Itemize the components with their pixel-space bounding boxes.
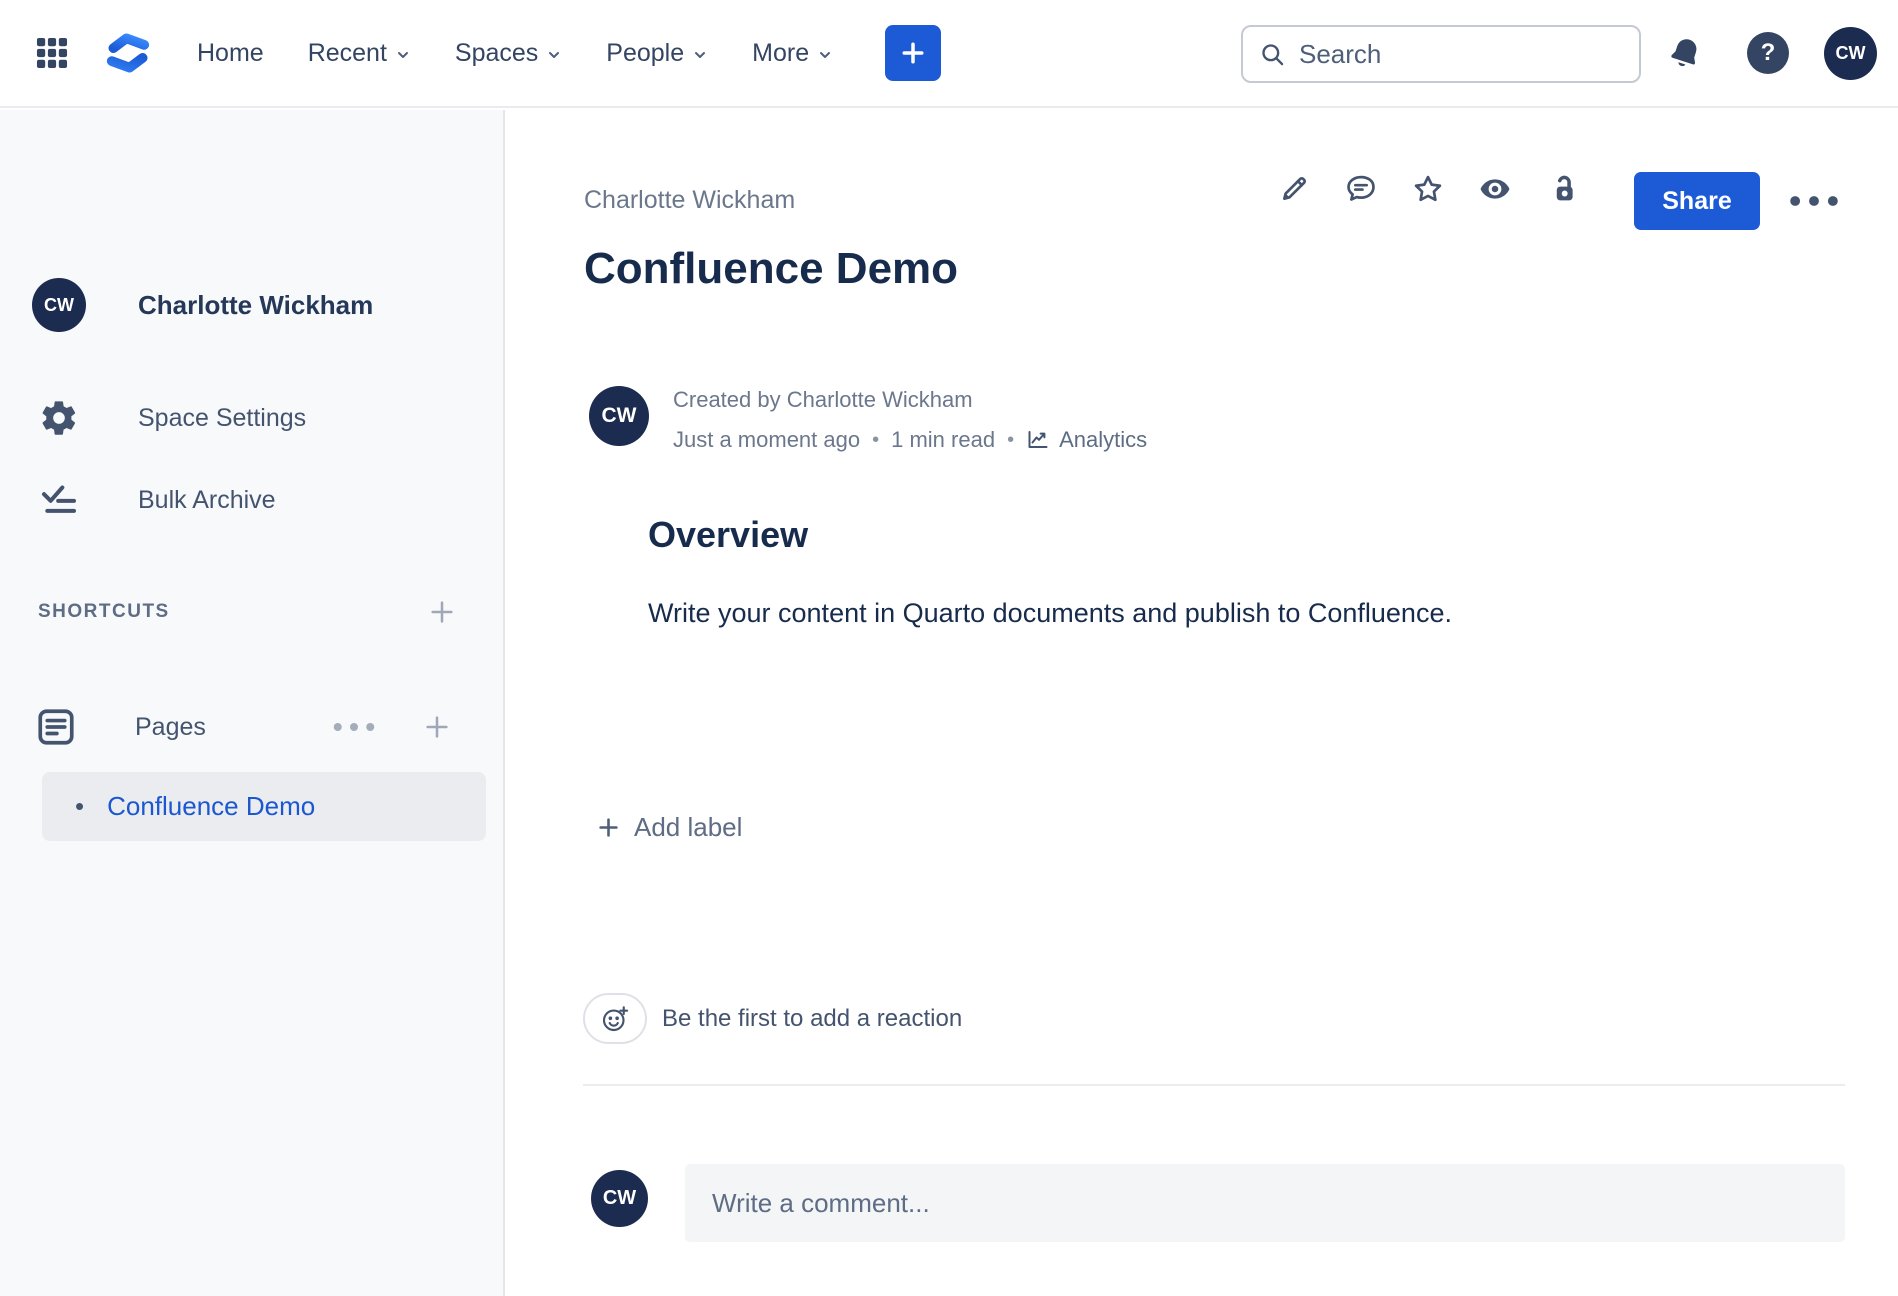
plus-icon <box>595 814 622 841</box>
space-header[interactable]: CW Charlotte Wickham <box>32 278 373 332</box>
page-actions <box>1277 172 1579 206</box>
share-button[interactable]: Share <box>1634 172 1760 230</box>
pages-section-header[interactable]: Pages <box>35 702 458 752</box>
analytics-chart-icon <box>1026 428 1050 452</box>
commenter-avatar: CW <box>591 1170 648 1227</box>
section-divider <box>583 1084 1845 1086</box>
sidebar-item-bulk-archive[interactable]: Bulk Archive <box>38 474 276 526</box>
page-tree-link[interactable]: Confluence Demo <box>107 791 315 822</box>
notifications-bell-icon[interactable] <box>1661 30 1709 78</box>
help-question-icon: ? <box>1761 39 1776 67</box>
search-input[interactable] <box>1299 39 1623 70</box>
body-heading: Overview <box>648 514 808 556</box>
author-avatar[interactable]: CW <box>589 386 649 446</box>
shortcuts-header: SHORTCUTS <box>38 601 170 623</box>
space-sidebar: CW Charlotte Wickham Space Settings Bulk… <box>0 110 505 1296</box>
edit-pencil-icon[interactable] <box>1277 172 1311 206</box>
dot-separator: • <box>872 429 879 452</box>
chevron-down-icon <box>546 47 562 63</box>
nav-item-spaces[interactable]: Spaces <box>455 39 562 68</box>
sidebar-item-label: Bulk Archive <box>138 486 276 515</box>
nav-item-home[interactable]: Home <box>197 39 264 68</box>
avatar-initials: CW <box>44 295 74 316</box>
sidebar-item-space-settings[interactable]: Space Settings <box>38 392 306 444</box>
app-switcher-icon[interactable] <box>33 34 71 72</box>
top-navigation: Home Recent Spaces People More <box>0 0 1898 108</box>
time-ago: Just a moment ago <box>673 427 860 453</box>
pages-more-icon[interactable] <box>328 717 380 737</box>
confluence-app: Home Recent Spaces People More <box>0 0 1898 1296</box>
breadcrumb[interactable]: Charlotte Wickham <box>584 186 795 215</box>
analytics-label: Analytics <box>1059 427 1147 453</box>
add-page-icon[interactable] <box>421 711 453 743</box>
nav-item-label: Home <box>197 39 264 68</box>
nav-item-more[interactable]: More <box>752 39 833 68</box>
page-more-actions-icon[interactable] <box>1785 184 1843 218</box>
page-title: Confluence Demo <box>584 244 958 294</box>
search-icon <box>1259 41 1286 68</box>
smiley-add-reaction-icon <box>600 1004 630 1034</box>
nav-item-people[interactable]: People <box>606 39 708 68</box>
space-avatar: CW <box>32 278 86 332</box>
star-favorite-icon[interactable] <box>1411 172 1445 206</box>
space-name: Charlotte Wickham <box>138 290 373 321</box>
byline-text: Created by Charlotte Wickham Just a mome… <box>673 386 1147 453</box>
page-bullet: • <box>75 791 84 822</box>
page-tree-item-confluence-demo[interactable]: • Confluence Demo <box>42 772 486 841</box>
nav-left-group: Home Recent Spaces People More <box>33 25 941 81</box>
nav-item-label: People <box>606 39 684 68</box>
add-shortcut-icon[interactable] <box>426 596 458 628</box>
avatar-initials: CW <box>602 404 637 428</box>
confluence-logo-icon[interactable] <box>99 27 157 79</box>
pages-label: Pages <box>135 713 206 742</box>
comment-bubble-icon[interactable] <box>1344 172 1378 206</box>
chevron-down-icon <box>817 47 833 63</box>
add-label-text: Add label <box>634 812 742 843</box>
nav-item-label: Spaces <box>455 39 538 68</box>
sidebar-item-label: Space Settings <box>138 404 306 433</box>
search-box[interactable] <box>1241 25 1641 83</box>
chevron-down-icon <box>692 47 708 63</box>
body-paragraph: Write your content in Quarto documents a… <box>648 598 1452 629</box>
reaction-hint: Be the first to add a reaction <box>662 1005 962 1033</box>
user-avatar[interactable]: CW <box>1824 27 1877 80</box>
page-content: Charlotte Wickham <box>507 110 1898 1296</box>
create-button[interactable] <box>885 25 941 81</box>
gear-icon <box>38 397 80 439</box>
help-button[interactable]: ? <box>1747 32 1789 74</box>
nav-menu: Home Recent Spaces People More <box>197 39 833 68</box>
analytics-link[interactable]: Analytics <box>1026 427 1147 453</box>
plus-icon <box>898 38 928 68</box>
comment-box[interactable] <box>685 1164 1845 1242</box>
nav-item-label: More <box>752 39 809 68</box>
dot-separator: • <box>1007 429 1014 452</box>
avatar-initials: CW <box>1836 43 1866 64</box>
created-by: Created by Charlotte Wickham <box>673 387 1147 413</box>
byline-meta: Just a moment ago • 1 min read • Analyti… <box>673 427 1147 453</box>
shortcuts-section: SHORTCUTS <box>38 595 458 629</box>
comment-input[interactable] <box>685 1188 1845 1219</box>
nav-item-label: Recent <box>308 39 387 68</box>
chevron-down-icon <box>395 47 411 63</box>
watch-eye-icon[interactable] <box>1478 172 1512 206</box>
add-reaction-button[interactable] <box>583 993 647 1044</box>
byline: CW Created by Charlotte Wickham Just a m… <box>589 386 1147 453</box>
read-time: 1 min read <box>891 427 995 453</box>
pages-icon <box>35 706 77 748</box>
unlock-restrictions-icon[interactable] <box>1545 172 1579 206</box>
add-label-button[interactable]: Add label <box>595 812 742 843</box>
bulk-archive-icon <box>38 479 80 521</box>
avatar-initials: CW <box>603 1187 636 1210</box>
nav-item-recent[interactable]: Recent <box>308 39 411 68</box>
